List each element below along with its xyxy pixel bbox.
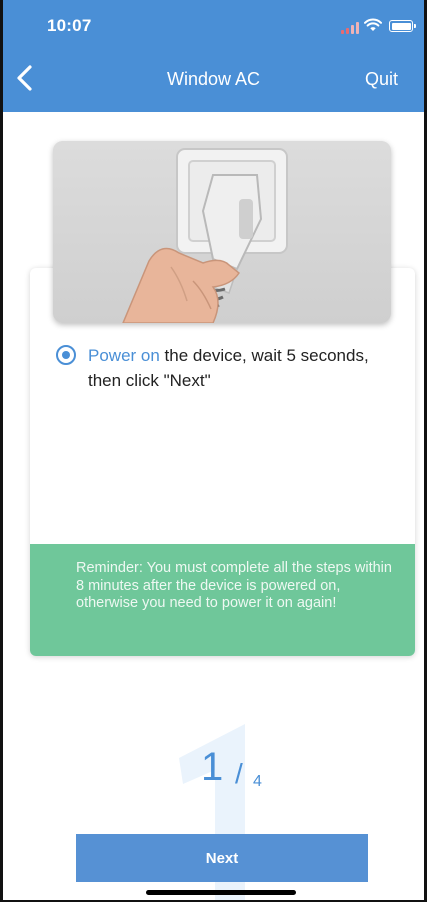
radio-selected-icon	[56, 345, 76, 365]
next-button[interactable]: Next	[76, 834, 368, 882]
home-indicator	[146, 890, 296, 895]
cellular-signal-icon	[341, 22, 359, 34]
header: 10:07 Window AC Quit	[3, 0, 424, 112]
reminder-text: Reminder: You must complete all the step…	[76, 560, 392, 611]
status-time: 10:07	[47, 16, 92, 35]
quit-button[interactable]: Quit	[365, 69, 398, 90]
step-text: Power on the device, wait 5 seconds, the…	[88, 343, 401, 393]
status-bar: 10:07	[3, 0, 424, 50]
page-title: Window AC	[166, 69, 261, 89]
step-current: 1	[201, 745, 224, 789]
step-total: 4	[253, 773, 262, 790]
instruction-card: Reminder: You must complete all the step…	[30, 268, 415, 656]
nav-bar: Window AC Quit	[3, 52, 424, 104]
wifi-icon	[364, 18, 382, 32]
app-frame: 10:07 Window AC Quit Reminder: You must …	[0, 0, 427, 902]
power-plug-illustration	[53, 141, 391, 323]
battery-icon	[389, 20, 416, 32]
step-highlight: Power on	[88, 346, 160, 365]
step-separator: /	[235, 758, 243, 789]
reminder-banner: Reminder: You must complete all the step…	[30, 544, 415, 656]
